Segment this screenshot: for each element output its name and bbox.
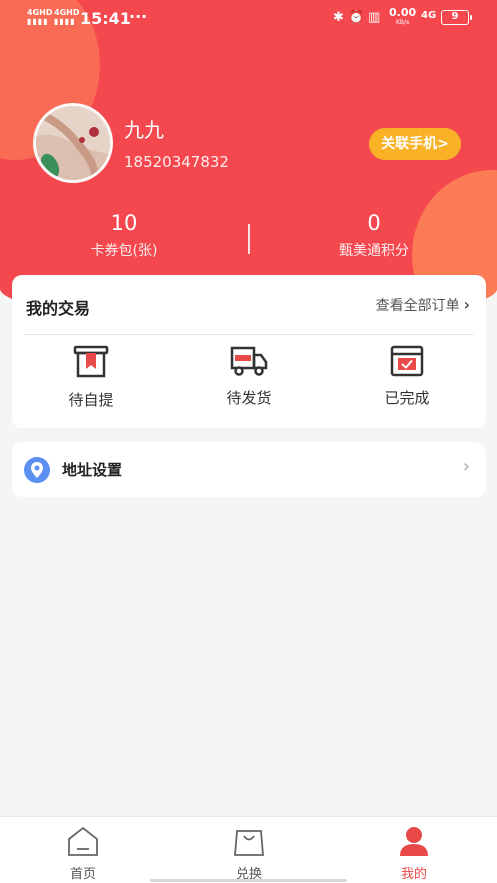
action-completed[interactable]: 已完成 [332,345,482,408]
pickup-icon [73,345,109,378]
stat-label: 甄美通积分 [339,243,409,259]
user-name: 九九 [124,118,164,142]
vibrate-icon: ▥ [368,10,381,25]
stat-label: 卡券包(张) [90,243,158,259]
action-label: 待发货 [226,389,272,407]
view-all-label: 查看全部订单 [375,298,460,314]
completed-icon [390,345,424,377]
action-pending-shipment[interactable]: 待发货 [174,345,324,408]
stat-divider [248,224,250,254]
tab-mine[interactable]: 我的 [354,825,474,882]
avatar[interactable] [33,103,113,183]
shopping-bag-icon [234,830,264,856]
user-icon [400,827,428,856]
address-settings-label: 地址设置 [62,461,123,479]
stat-points[interactable]: 0 甄美通积分 [274,210,474,260]
status-bar: 4GHD ▮▮▮▮ 4GHD ▮▮▮▮ 15:41 ··· ✱ ⏰ ▥ 0.00… [0,0,497,36]
view-all-orders-link[interactable]: 查看全部订单 › [376,295,470,315]
divider [24,334,474,335]
home-icon [68,826,98,856]
battery-icon: 9 [441,10,472,25]
bottom-tab-bar: 首页 兑换 我的 [0,816,497,883]
tab-label: 我的 [400,867,427,882]
signal-1: 4GHD ▮▮▮▮ [27,9,52,26]
network-speed: 0.00 KB/s [389,7,416,28]
clock: 15:41 [80,9,131,28]
network-type: 4G [421,10,437,21]
bluetooth-icon: ✱ [333,10,344,25]
address-settings-row[interactable]: 地址设置 › [12,442,486,497]
delivery-truck-icon [230,346,268,376]
card-title: 我的交易 [26,299,91,318]
stat-coupons[interactable]: 10 卡券包(张) [24,210,224,260]
signal-1-label: 4GHD [27,8,53,17]
location-pin-icon [24,457,50,483]
signal-2-label: 4GHD [54,8,80,17]
signal-2: 4GHD ▮▮▮▮ [54,9,79,26]
chevron-right-icon: › [463,295,470,314]
tab-home[interactable]: 首页 [23,825,143,882]
tab-exchange[interactable]: 兑换 [189,825,309,882]
my-trade-card: 我的交易 查看全部订单 › 待自提 待发货 已完成 [12,275,486,428]
home-indicator[interactable] [150,879,347,882]
action-label: 待自提 [68,391,114,409]
stat-value: 10 [110,211,138,235]
user-phone: 18520347832 [124,153,229,171]
action-pending-pickup[interactable]: 待自提 [16,345,166,410]
chevron-right-icon: › [462,456,470,477]
tab-label: 首页 [69,867,96,882]
alarm-icon: ⏰ [348,10,365,25]
link-phone-button[interactable]: 关联手机> [369,128,461,160]
signal-bars-icon: ▮▮▮▮ [27,17,49,26]
profile-screen: 4GHD ▮▮▮▮ 4GHD ▮▮▮▮ 15:41 ··· ✱ ⏰ ▥ 0.00… [0,0,497,883]
signal-bars-icon: ▮▮▮▮ [54,17,76,26]
action-label: 已完成 [384,389,430,407]
stat-value: 0 [367,211,381,235]
speed-unit: KB/s [395,19,410,26]
more-notifications-icon: ··· [129,7,148,26]
